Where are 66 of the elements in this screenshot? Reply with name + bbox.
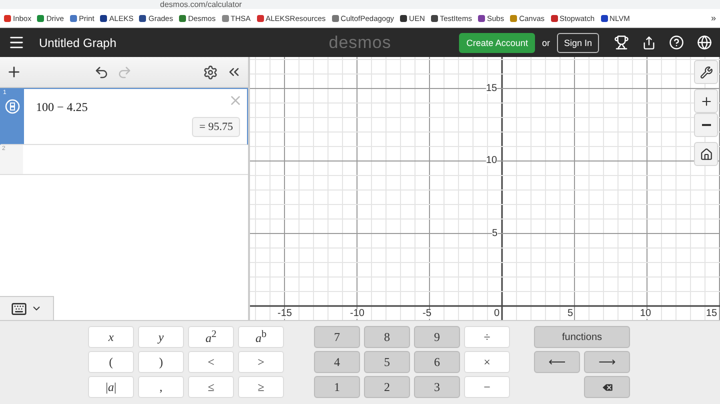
cursor-right-key[interactable]: ⟶ [584, 351, 630, 373]
graph-settings-button[interactable] [694, 60, 718, 84]
keypad-key[interactable]: 8 [364, 326, 410, 348]
zoom-in-button[interactable] [694, 89, 718, 113]
keypad-key[interactable]: 2 [364, 376, 410, 398]
functions-button[interactable]: functions [534, 326, 630, 348]
x-axis-label: 10 [640, 309, 652, 319]
keypad-key[interactable]: y [138, 326, 184, 348]
expression-input[interactable]: 100 − 4.25 [24, 89, 88, 144]
keypad-key[interactable]: ÷ [464, 326, 510, 348]
keypad-toggle-button[interactable] [0, 296, 54, 320]
x-axis-label: 5 [568, 309, 574, 319]
evaluation-result: = 95.75 [192, 117, 240, 137]
help-icon[interactable] [669, 35, 684, 50]
x-axis-label: -5 [422, 309, 432, 319]
keypad-key[interactable]: x [88, 326, 134, 348]
plus-icon [700, 94, 712, 108]
home-icon [700, 148, 712, 160]
keypad-key[interactable]: a$^{b}$ [238, 326, 284, 348]
undo-icon[interactable] [94, 64, 108, 80]
keypad-key[interactable]: |a| [88, 376, 134, 398]
keypad-key[interactable]: > [238, 351, 284, 373]
graph-title: Untitled Graph [39, 36, 116, 50]
backspace-key[interactable] [584, 376, 630, 398]
sign-in-button[interactable]: Sign In [556, 32, 599, 52]
keypad-key[interactable]: 9 [414, 326, 460, 348]
keypad-key[interactable]: ≥ [238, 376, 284, 398]
keypad-key[interactable]: ≤ [188, 376, 234, 398]
keypad-key[interactable]: ( [88, 351, 134, 373]
keypad-key[interactable]: a$^{2}$ [188, 326, 234, 348]
menu-icon[interactable] [8, 34, 25, 51]
y-axis-label: 5 [492, 228, 498, 238]
keypad-key[interactable]: ) [138, 351, 184, 373]
globe-icon[interactable] [697, 35, 712, 50]
cursor-left-key[interactable]: ⟵ [534, 351, 580, 373]
keypad-key[interactable]: 7 [314, 326, 360, 348]
address-bar[interactable]: desmos.com/calculator [0, 0, 720, 9]
wrench-icon [700, 66, 712, 78]
url-text: desmos.com/calculator [160, 0, 242, 8]
y-axis-label: 10 [486, 156, 498, 166]
keyboard-icon [11, 300, 27, 316]
keypad-key[interactable]: × [464, 351, 510, 373]
keypad-key[interactable]: , [138, 376, 184, 398]
minus-icon [702, 124, 710, 126]
x-axis-label: 0 [494, 309, 500, 319]
home-button[interactable] [694, 142, 718, 166]
keypad-key[interactable]: 3 [414, 376, 460, 398]
expression-icon [5, 99, 20, 114]
settings-icon[interactable] [203, 64, 218, 80]
keypad-key[interactable]: 5 [364, 351, 410, 373]
keypad-key[interactable]: < [188, 351, 234, 373]
share-icon[interactable] [642, 36, 656, 50]
x-axis-label: -10 [350, 309, 364, 319]
trophy-icon[interactable] [614, 35, 629, 50]
zoom-out-button[interactable] [694, 113, 718, 137]
add-icon[interactable] [6, 64, 22, 80]
logo: desmos [328, 32, 392, 52]
keypad-key[interactable]: 1 [314, 376, 360, 398]
x-axis-label: -15 [278, 309, 292, 319]
keypad-key[interactable]: − [464, 376, 510, 398]
keypad-key[interactable]: 4 [314, 351, 360, 373]
y-axis-label: 15 [486, 84, 498, 94]
x-axis-label: 15 [706, 309, 718, 319]
or-text: or [542, 38, 550, 48]
keypad-key[interactable]: 6 [414, 351, 460, 373]
more-bookmarks[interactable]: » [710, 13, 716, 23]
